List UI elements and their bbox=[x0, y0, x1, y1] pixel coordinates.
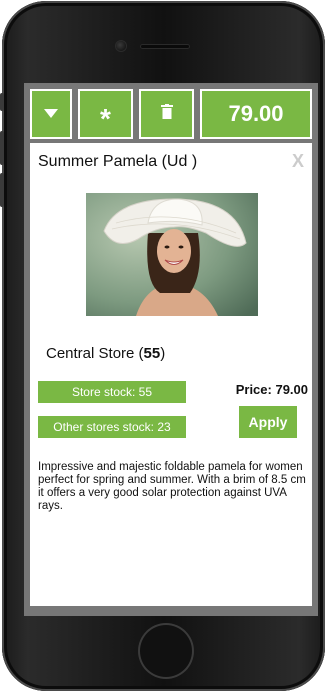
total-button[interactable]: 79.00 bbox=[200, 89, 312, 139]
store-stock-button[interactable]: Store stock: 55 bbox=[38, 381, 186, 403]
other-stores-stock-button[interactable]: Other stores stock: 23 bbox=[38, 416, 186, 438]
dropdown-button[interactable] bbox=[30, 89, 72, 139]
product-detail-panel: Summer Pamela (Ud ) X Central Store (55)… bbox=[30, 143, 312, 606]
earpiece-speaker bbox=[140, 44, 190, 49]
volume-down-button bbox=[0, 173, 4, 207]
price-label: Price: 79.00 bbox=[235, 382, 308, 397]
asterisk-button[interactable]: * bbox=[78, 89, 133, 139]
mute-switch bbox=[0, 93, 4, 111]
front-camera bbox=[116, 41, 126, 51]
product-image bbox=[86, 193, 258, 316]
app-screen: * 79.00 Summer Pamela (Ud ) X Central St… bbox=[24, 83, 318, 616]
store-name: Central Store ( bbox=[46, 345, 144, 362]
volume-up-button bbox=[0, 131, 4, 165]
asterisk-icon: * bbox=[100, 103, 111, 134]
product-description: Impressive and majestic foldable pamela … bbox=[38, 461, 306, 512]
delete-button[interactable] bbox=[139, 89, 194, 139]
store-close-paren: ) bbox=[160, 345, 166, 362]
toolbar: * 79.00 bbox=[30, 89, 312, 139]
home-button[interactable] bbox=[138, 623, 194, 679]
product-photo-illustration bbox=[86, 193, 258, 316]
product-title: Summer Pamela (Ud ) bbox=[38, 153, 198, 170]
caret-down-icon bbox=[44, 105, 58, 123]
store-availability: Central Store (55) bbox=[46, 345, 165, 362]
close-button[interactable]: X bbox=[292, 151, 304, 172]
apply-button[interactable]: Apply bbox=[239, 406, 297, 438]
phone-frame: * 79.00 Summer Pamela (Ud ) X Central St… bbox=[0, 1, 325, 691]
store-quantity: 55 bbox=[143, 345, 161, 362]
trash-icon bbox=[160, 104, 173, 124]
